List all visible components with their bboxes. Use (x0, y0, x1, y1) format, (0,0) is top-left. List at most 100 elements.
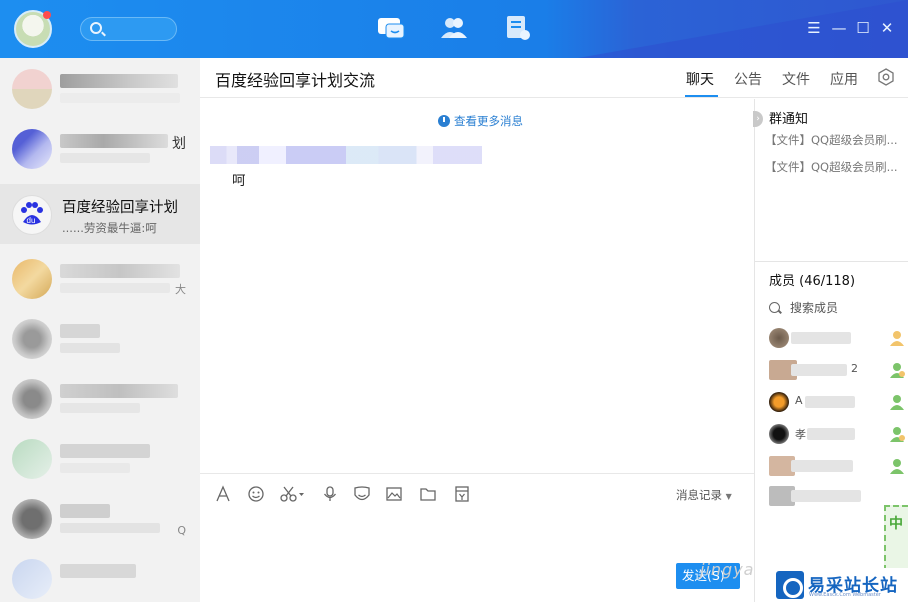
site-logo-icon (776, 571, 804, 599)
conversation-preview (60, 343, 120, 353)
conversation-item[interactable] (0, 368, 200, 428)
avatar (769, 424, 789, 444)
contacts-icon[interactable] (439, 14, 469, 42)
conversation-preview (60, 153, 150, 163)
view-more-messages-link[interactable]: 查看更多消息 (438, 113, 523, 129)
tab-files[interactable]: 文件 (782, 69, 810, 89)
conversation-preview (60, 93, 180, 103)
input-toolbar: 消息记录 ▼ (200, 473, 754, 513)
message-area: 查看更多消息 呵 (200, 99, 754, 473)
member-name (791, 332, 851, 344)
member-row[interactable] (767, 326, 907, 350)
conversation-item[interactable] (0, 58, 200, 118)
members-title: 成员 (46/118) (769, 274, 856, 289)
avatar (12, 319, 52, 359)
avatar (12, 439, 52, 479)
member-name: 孝 (795, 428, 806, 441)
member-name (791, 490, 861, 502)
maximize-icon[interactable]: ☐ (855, 20, 871, 36)
notification-dot (43, 11, 51, 19)
image-icon[interactable] (385, 485, 403, 503)
svg-text:du: du (27, 216, 36, 225)
conversation-trail: 划 (172, 136, 186, 152)
conversation-preview (60, 463, 130, 473)
baidu-avatar: du (12, 195, 52, 235)
message-text: 呵 (232, 173, 246, 189)
folder-icon[interactable] (419, 485, 437, 503)
conversation-preview: ......劳资最牛逼:呵 (62, 221, 157, 235)
title-bar: ☰ — ☐ ✕ (0, 0, 908, 58)
messages-icon[interactable] (376, 14, 406, 42)
menu-icon[interactable]: ☰ (806, 20, 822, 36)
member-name-blur (791, 364, 847, 376)
search-icon (769, 302, 780, 313)
conversation-name (60, 444, 150, 458)
tab-chat[interactable]: 聊天 (686, 69, 714, 89)
member-role-icon (890, 363, 905, 378)
notice-item[interactable]: 【文件】QQ超级会员刷... (765, 159, 898, 175)
member-role-icon (890, 395, 904, 410)
conversation-item[interactable]: Q (0, 488, 200, 548)
settings-icon[interactable] (877, 68, 895, 86)
red-packet-icon[interactable] (453, 485, 471, 503)
avatar (12, 129, 52, 169)
member-row[interactable]: 2 (767, 358, 907, 382)
conversation-item[interactable] (0, 548, 200, 602)
member-search-input[interactable]: 搜索成员 (769, 299, 838, 316)
message-history-button[interactable]: 消息记录 ▼ (676, 487, 732, 503)
conversation-name: 百度经验回享计划 (62, 200, 178, 216)
message-sender (210, 146, 482, 164)
conversation-item[interactable]: 划 (0, 118, 200, 178)
member-row[interactable]: 孝 (767, 422, 907, 446)
message-history-label: 消息记录 (676, 488, 722, 502)
conversation-name (60, 564, 136, 578)
chevron-down-icon: ▼ (725, 492, 732, 501)
conversation-item[interactable]: 大 (0, 248, 200, 308)
tab-apps[interactable]: 应用 (830, 69, 858, 89)
conversation-preview (60, 283, 170, 293)
member-search-placeholder: 搜索成员 (790, 301, 839, 315)
clock-icon (438, 115, 450, 127)
conversation-name (60, 324, 100, 338)
sticker-icon[interactable] (353, 485, 371, 503)
active-tab-indicator (685, 95, 718, 97)
chat-title: 百度经验回享计划交流 (215, 71, 376, 90)
message-input[interactable]: 发送(S) (200, 513, 754, 602)
my-avatar[interactable] (14, 10, 52, 48)
avatar (12, 499, 52, 539)
conversation-preview (60, 403, 140, 413)
conversation-item[interactable] (0, 308, 200, 368)
avatar (12, 559, 52, 599)
member-role-icon (890, 427, 905, 442)
conversation-name (60, 134, 168, 148)
divider (755, 261, 908, 262)
microphone-icon[interactable] (321, 485, 339, 503)
side-widget[interactable]: 中 (884, 505, 908, 571)
avatar (769, 392, 789, 412)
group-notice-title: 群通知 (769, 112, 809, 127)
conversation-trail: 大 (175, 283, 186, 296)
avatar (769, 328, 789, 348)
conversation-preview (60, 523, 160, 533)
scissors-icon[interactable] (279, 485, 305, 503)
site-logo-subtext: Www.Easck.Com Webmaster (809, 592, 881, 598)
collapse-panel-icon[interactable]: › (753, 111, 763, 127)
minimize-icon[interactable]: — (831, 20, 847, 36)
search-box[interactable] (80, 17, 177, 41)
conversation-item[interactable] (0, 428, 200, 488)
conversation-name (60, 384, 178, 398)
member-row[interactable]: A (767, 390, 907, 414)
space-icon[interactable] (503, 14, 533, 42)
close-icon[interactable]: ✕ (879, 20, 895, 36)
search-icon (90, 22, 102, 34)
view-more-messages-label: 查看更多消息 (454, 114, 523, 128)
font-icon[interactable] (214, 485, 232, 503)
notice-item[interactable]: 【文件】QQ超级会员刷... (765, 132, 898, 148)
tab-announcement[interactable]: 公告 (734, 69, 762, 89)
member-row[interactable] (767, 454, 907, 478)
member-name-blur (805, 396, 855, 408)
conversation-item-active[interactable]: du 百度经验回享计划 ......劳资最牛逼:呵 (0, 184, 200, 244)
conversation-name (60, 264, 180, 278)
emoji-icon[interactable] (247, 485, 265, 503)
conversation-trail: Q (177, 524, 186, 537)
